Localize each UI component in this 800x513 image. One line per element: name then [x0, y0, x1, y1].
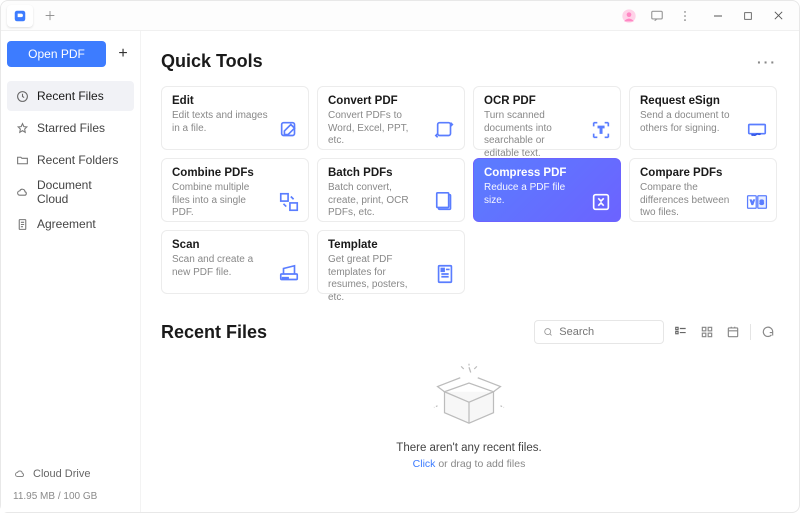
sidebar-nav: Recent Files Starred Files Recent Folder… [7, 81, 134, 239]
storage-quota: 11.95 MB / 100 GB [7, 491, 134, 506]
tool-card-convert[interactable]: Convert PDF Convert PDFs to Word, Excel,… [317, 86, 465, 150]
tool-title: Request eSign [640, 95, 736, 107]
tool-desc: Edit texts and images in a file. [172, 110, 268, 135]
compress-icon [590, 191, 612, 213]
cloud-drive-label: Cloud Drive [33, 468, 90, 480]
empty-title: There aren't any recent files. [396, 442, 541, 454]
tool-card-compress[interactable]: Compress PDF Reduce a PDF file size. [473, 158, 621, 222]
grid-view-button[interactable] [698, 323, 716, 341]
tool-card-combine[interactable]: Combine PDFs Combine multiple files into… [161, 158, 309, 222]
kebab-menu-icon[interactable] [677, 8, 693, 24]
tool-title: Template [328, 239, 424, 251]
combine-icon [278, 191, 300, 213]
maximize-button[interactable] [733, 2, 763, 30]
svg-text:T: T [598, 125, 604, 135]
main-content: Quick Tools ··· Edit Edit texts and imag… [141, 31, 799, 512]
recent-files-heading: Recent Files [161, 322, 267, 343]
sidebar-item-recent-folders[interactable]: Recent Folders [7, 145, 134, 175]
svg-text:S: S [760, 199, 764, 206]
click-link[interactable]: Click [413, 458, 436, 470]
tool-desc: Turn scanned documents into searchable o… [484, 110, 580, 160]
tool-card-esign[interactable]: Request eSign Send a document to others … [629, 86, 777, 150]
sidebar-item-label: Recent Folders [37, 153, 118, 167]
minimize-button[interactable] [703, 2, 733, 30]
sidebar-item-label: Recent Files [37, 89, 104, 103]
app-logo-icon [13, 9, 27, 23]
tool-card-ocr[interactable]: OCR PDF Turn scanned documents into sear… [473, 86, 621, 150]
tool-desc: Scan and create a new PDF file. [172, 254, 268, 279]
sidebar-item-document-cloud[interactable]: Document Cloud [7, 177, 134, 207]
quick-tools-heading: Quick Tools [161, 51, 263, 72]
tool-title: Compare PDFs [640, 167, 736, 179]
tool-title: Scan [172, 239, 268, 251]
sidebar-item-label: Starred Files [37, 121, 105, 135]
tool-desc: Get great PDF templates for resumes, pos… [328, 254, 424, 304]
avatar-icon[interactable] [621, 8, 637, 24]
tool-desc: Reduce a PDF file size. [484, 182, 580, 207]
template-icon [434, 263, 456, 285]
clock-icon [15, 89, 29, 103]
sidebar-item-label: Agreement [37, 217, 96, 231]
add-button[interactable]: + [112, 41, 134, 67]
divider [750, 324, 751, 340]
add-files-text: to add files [475, 458, 526, 470]
titlebar: ＋ [1, 1, 799, 31]
tool-card-edit[interactable]: Edit Edit texts and images in a file. [161, 86, 309, 150]
sidebar-item-agreement[interactable]: Agreement [7, 209, 134, 239]
search-input-wrapper[interactable] [534, 320, 664, 344]
quick-tools-more-button[interactable]: ··· [757, 54, 777, 70]
search-input[interactable] [559, 326, 655, 338]
folder-icon [15, 153, 29, 167]
open-pdf-button[interactable]: Open PDF [7, 41, 106, 67]
refresh-button[interactable] [759, 323, 777, 341]
convert-icon [434, 119, 456, 141]
sidebar-item-label: Document Cloud [37, 178, 126, 206]
quick-tools-grid: Edit Edit texts and images in a file. Co… [161, 86, 777, 294]
search-icon [543, 326, 553, 338]
message-icon[interactable] [649, 8, 665, 24]
compare-icon: VS [746, 191, 768, 213]
tool-desc: Batch convert, create, print, OCR PDFs, … [328, 182, 424, 220]
tool-desc: Compare the differences between two file… [640, 182, 736, 220]
ocr-icon: T [590, 119, 612, 141]
app-tab[interactable] [7, 5, 33, 27]
tool-desc: Convert PDFs to Word, Excel, PPT, etc. [328, 110, 424, 148]
doc-icon [15, 217, 29, 231]
tool-title: Edit [172, 95, 268, 107]
close-button[interactable] [763, 2, 793, 30]
tool-title: Convert PDF [328, 95, 424, 107]
tool-card-compare[interactable]: Compare PDFs Compare the differences bet… [629, 158, 777, 222]
empty-state: There aren't any recent files. Click or … [161, 362, 777, 470]
edit-icon [278, 119, 300, 141]
tool-card-scan[interactable]: Scan Scan and create a new PDF file. [161, 230, 309, 294]
tool-desc: Combine multiple files into a single PDF… [172, 182, 268, 220]
new-tab-button[interactable]: ＋ [39, 5, 61, 27]
sidebar: Open PDF + Recent Files Starred Files Re… [1, 31, 141, 512]
star-icon [15, 121, 29, 135]
cloud-drive-link[interactable]: Cloud Drive [7, 463, 134, 485]
tool-title: OCR PDF [484, 95, 580, 107]
calendar-view-button[interactable] [724, 323, 742, 341]
list-view-button[interactable] [672, 323, 690, 341]
esign-icon [746, 119, 768, 141]
empty-subtitle: Click or drag to add files [413, 458, 526, 470]
tool-title: Compress PDF [484, 167, 580, 179]
sidebar-item-starred-files[interactable]: Starred Files [7, 113, 134, 143]
tool-title: Batch PDFs [328, 167, 424, 179]
or-drag-text: or drag [435, 458, 474, 470]
cloud-icon [15, 185, 29, 199]
tool-title: Combine PDFs [172, 167, 268, 179]
scan-icon [278, 263, 300, 285]
tool-card-template[interactable]: Template Get great PDF templates for res… [317, 230, 465, 294]
tool-desc: Send a document to others for signing. [640, 110, 736, 135]
empty-box-icon [424, 362, 514, 432]
cloud-drive-icon [13, 467, 27, 481]
tool-card-batch[interactable]: Batch PDFs Batch convert, create, print,… [317, 158, 465, 222]
batch-icon [434, 191, 456, 213]
sidebar-item-recent-files[interactable]: Recent Files [7, 81, 134, 111]
